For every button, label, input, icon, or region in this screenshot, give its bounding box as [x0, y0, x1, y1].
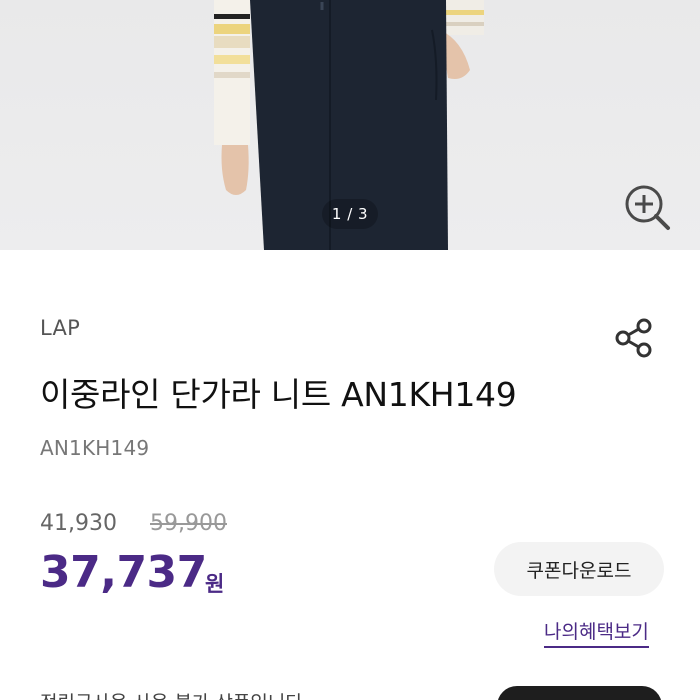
sweater-stripe — [214, 72, 250, 78]
sweater-stripe — [214, 24, 250, 34]
sweater-stripe — [214, 36, 250, 48]
bottom-action-button[interactable] — [497, 686, 662, 700]
currency-unit: 원 — [205, 572, 225, 596]
hand-left — [221, 145, 249, 195]
my-benefits-link[interactable]: 나의혜택보기 — [544, 617, 649, 648]
sweater-stripe — [440, 10, 484, 15]
list-price-strikethrough: 59,900 — [150, 511, 227, 536]
gallery-page-indicator: 1 / 3 — [322, 199, 378, 229]
zoom-in-icon — [625, 185, 670, 230]
sweater-stripe — [214, 14, 250, 19]
product-image-gallery[interactable]: 1 / 3 — [0, 0, 700, 250]
product-code: AN1KH149 — [40, 436, 150, 460]
share-icon — [615, 318, 652, 358]
original-price: 41,930 — [40, 511, 117, 536]
sale-price: 37,737 — [40, 547, 207, 598]
share-button[interactable] — [612, 316, 656, 360]
points-notice: 적립금사용 사용 불가 상품입니다 — [40, 688, 303, 700]
brand-name[interactable]: LAP — [40, 316, 80, 340]
sweater-stripe — [214, 55, 250, 64]
sweater-sleeve-right — [440, 0, 484, 35]
coupon-download-button[interactable]: 쿠폰다운로드 — [494, 542, 664, 596]
zoom-button[interactable] — [620, 180, 674, 234]
sweater-stripe — [440, 22, 484, 26]
product-title: 이중라인 단가라 니트 AN1KH149 — [40, 375, 517, 414]
